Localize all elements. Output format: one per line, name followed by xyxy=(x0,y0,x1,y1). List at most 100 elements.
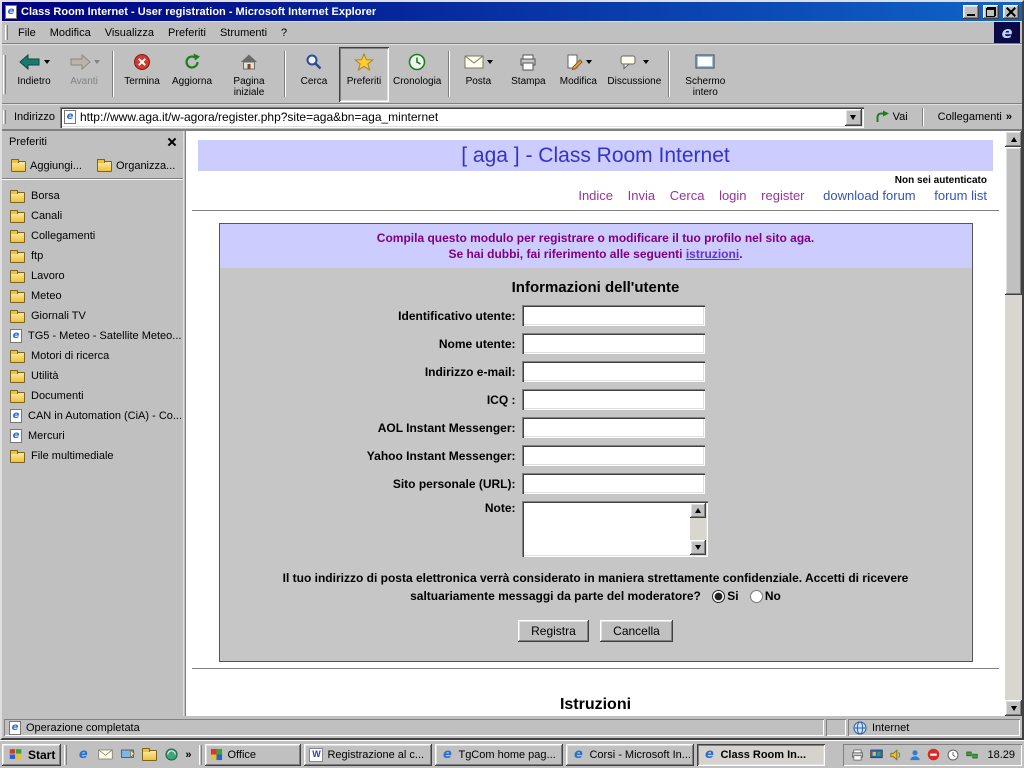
taskbar-task-button-active[interactable]: Class Room In... xyxy=(697,744,825,766)
go-button[interactable]: Vai xyxy=(869,107,914,127)
taskbar-task-button[interactable]: Corsi - Microsoft In... xyxy=(566,744,694,766)
address-dropdown-button[interactable] xyxy=(845,109,862,126)
favorite-item[interactable]: ftp xyxy=(4,246,181,266)
scroll-up-button[interactable] xyxy=(690,503,706,518)
mail-button[interactable]: Posta xyxy=(453,47,503,102)
office-toolbar-button[interactable]: Office xyxy=(205,744,301,766)
vertical-scrollbar[interactable] xyxy=(1005,131,1022,716)
nav-link-login[interactable]: login xyxy=(719,188,746,203)
aol-messenger-input[interactable] xyxy=(522,417,705,438)
nav-link-indice[interactable]: Indice xyxy=(578,188,613,203)
organize-favorites-button[interactable]: Organizza... xyxy=(91,156,181,175)
scrollbar-track[interactable] xyxy=(1005,147,1022,700)
tray-display-icon[interactable] xyxy=(869,747,884,762)
consent-no-radio[interactable] xyxy=(750,590,763,603)
back-button[interactable]: Indietro xyxy=(9,47,59,102)
tray-printer-icon[interactable] xyxy=(850,747,865,762)
chevron-double-icon[interactable]: » xyxy=(1006,111,1012,123)
favorites-close-button[interactable] xyxy=(163,135,180,150)
scroll-down-button[interactable] xyxy=(1005,700,1022,716)
print-button[interactable]: Stampa xyxy=(503,47,553,102)
icq-input[interactable] xyxy=(522,389,705,410)
channels-quicklaunch-icon[interactable] xyxy=(163,747,179,763)
forward-button[interactable]: Avanti xyxy=(59,47,109,102)
mail-quicklaunch-icon[interactable] xyxy=(97,747,113,763)
favorites-button[interactable]: Preferiti xyxy=(339,47,389,102)
close-button[interactable] xyxy=(1003,5,1019,19)
menubar-grip[interactable] xyxy=(5,25,8,40)
ie-quicklaunch-icon[interactable] xyxy=(75,747,91,763)
cancel-button[interactable]: Cancella xyxy=(600,620,673,642)
favorite-item[interactable]: Collegamenti xyxy=(4,226,181,246)
minimize-button[interactable] xyxy=(963,5,979,19)
folder-quicklaunch-icon[interactable] xyxy=(141,747,157,763)
taskbar-task-button[interactable]: TgCom home pag... xyxy=(435,744,563,766)
nav-link-cerca[interactable]: Cerca xyxy=(670,188,705,203)
consent-yes-radio[interactable] xyxy=(712,590,725,603)
history-button[interactable]: Cronologia xyxy=(389,47,445,102)
favorite-item[interactable]: Lavoro xyxy=(4,266,181,286)
nav-link-invia[interactable]: Invia xyxy=(628,188,655,203)
favorite-item[interactable]: CAN in Automation (CiA) - Co... xyxy=(4,406,181,426)
favorite-item[interactable]: Documenti xyxy=(4,386,181,406)
start-button[interactable]: Start xyxy=(2,744,61,766)
yahoo-messenger-input[interactable] xyxy=(522,445,705,466)
user-id-input[interactable] xyxy=(522,305,705,326)
show-desktop-icon[interactable] xyxy=(119,747,135,763)
favorite-item[interactable]: File multimediale xyxy=(4,446,181,466)
note-scrollbar[interactable] xyxy=(690,503,706,555)
tray-antivirus-icon[interactable] xyxy=(926,747,941,762)
favorite-item[interactable]: Canali xyxy=(4,206,181,226)
register-button[interactable]: Registra xyxy=(518,620,589,642)
favorite-item[interactable]: Meteo xyxy=(4,286,181,306)
edit-dropdown-icon[interactable] xyxy=(586,60,592,64)
note-textarea[interactable] xyxy=(524,503,690,555)
nav-link-forum-list[interactable]: forum list xyxy=(934,188,987,203)
tray-messenger-icon[interactable] xyxy=(907,747,922,762)
favorite-item[interactable]: Borsa xyxy=(4,186,181,206)
chevron-double-icon[interactable]: » xyxy=(185,749,191,761)
home-button[interactable]: Pagina iniziale xyxy=(217,47,281,102)
addressbar-grip[interactable] xyxy=(3,110,6,124)
tray-volume-icon[interactable] xyxy=(888,747,903,762)
favorite-item[interactable]: Utilità xyxy=(4,366,181,386)
search-button[interactable]: Cerca xyxy=(289,47,339,102)
taskbar-task-button[interactable]: Registrazione al c... xyxy=(304,744,432,766)
favorite-item[interactable]: Mercuri xyxy=(4,426,181,446)
fullscreen-button[interactable]: Schermo intero xyxy=(673,47,737,102)
istruzioni-link[interactable]: istruzioni xyxy=(686,246,739,262)
tray-network-icon[interactable] xyxy=(964,747,979,762)
scroll-up-button[interactable] xyxy=(1005,131,1022,147)
menu-edit[interactable]: Modifica xyxy=(43,23,98,43)
menu-file[interactable]: File xyxy=(11,23,43,43)
favorite-item[interactable]: Motori di ricerca xyxy=(4,346,181,366)
discuss-dropdown-icon[interactable] xyxy=(643,60,649,64)
menu-favorites[interactable]: Preferiti xyxy=(161,23,213,43)
website-url-input[interactable] xyxy=(522,473,705,494)
email-input[interactable] xyxy=(522,361,705,382)
nav-link-download-forum[interactable]: download forum xyxy=(823,188,916,203)
back-dropdown-icon[interactable] xyxy=(44,60,50,64)
address-input[interactable]: http://www.aga.it/w-agora/register.php?s… xyxy=(60,107,864,128)
favorite-item[interactable]: TG5 - Meteo - Satellite Meteo... xyxy=(4,326,181,346)
links-button[interactable]: Collegamenti » xyxy=(932,108,1018,126)
mail-dropdown-icon[interactable] xyxy=(487,60,493,64)
taskbar-clock[interactable]: 18.29 xyxy=(987,749,1015,761)
address-url[interactable]: http://www.aga.it/w-agora/register.php?s… xyxy=(80,110,841,124)
scroll-down-button[interactable] xyxy=(690,540,706,555)
menu-view[interactable]: Visualizza xyxy=(98,23,161,43)
menu-help[interactable]: ? xyxy=(274,23,294,43)
discuss-button[interactable]: Discussione xyxy=(603,47,665,102)
menu-tools[interactable]: Strumenti xyxy=(213,23,274,43)
toolbar-grip[interactable] xyxy=(3,55,6,94)
nav-link-register[interactable]: register xyxy=(761,188,804,203)
tray-scheduler-icon[interactable] xyxy=(945,747,960,762)
stop-button[interactable]: Termina xyxy=(117,47,167,102)
favorite-item[interactable]: Giornali TV xyxy=(4,306,181,326)
scrollbar-thumb[interactable] xyxy=(1005,147,1022,295)
edit-button[interactable]: Modifica xyxy=(553,47,603,102)
username-input[interactable] xyxy=(522,333,705,354)
add-favorite-button[interactable]: Aggiungi... xyxy=(5,156,88,175)
restore-button[interactable] xyxy=(983,5,999,19)
refresh-button[interactable]: Aggiorna xyxy=(167,47,217,102)
